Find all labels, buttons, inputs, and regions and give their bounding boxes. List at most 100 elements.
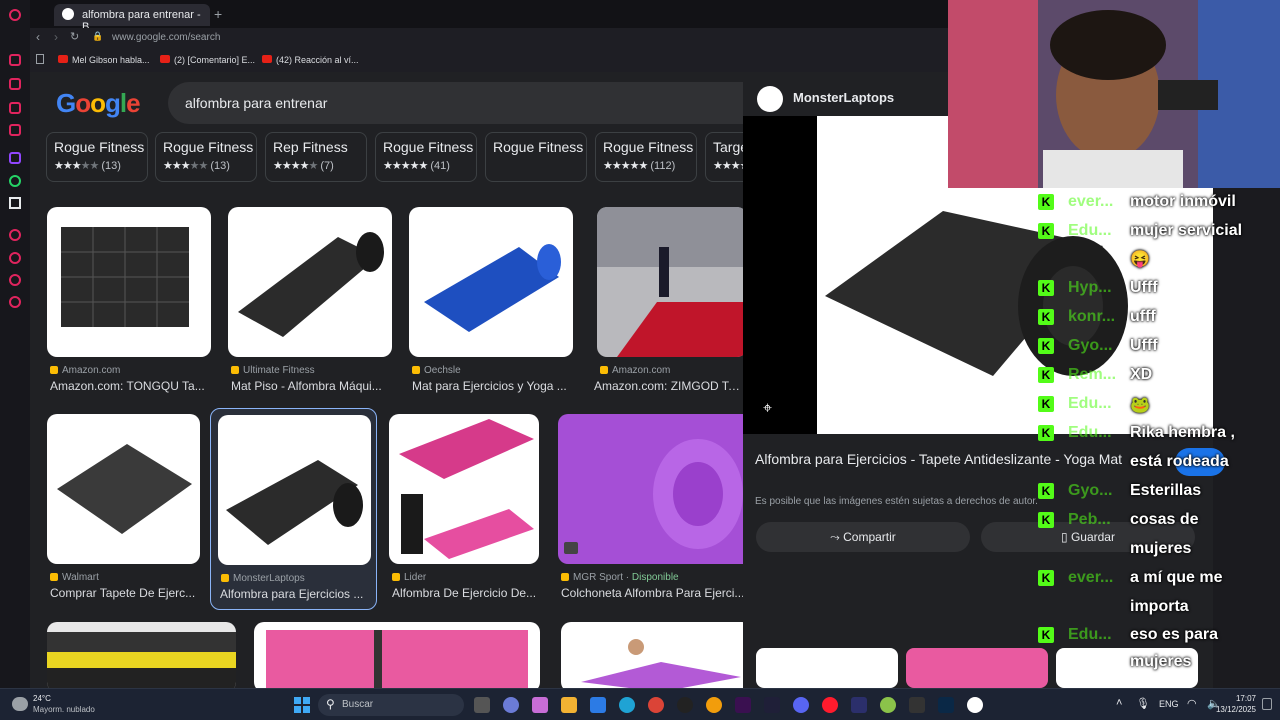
- weather-desc[interactable]: Mayorm. nublado: [33, 705, 95, 714]
- shopping-chip[interactable]: Rogue Fitness ★★★★★ (13): [46, 132, 148, 182]
- kick-icon: K: [1038, 338, 1054, 354]
- result-title[interactable]: Mat Piso - Alfombra Máqui...: [231, 379, 395, 393]
- shopping-chip[interactable]: Rep Fitness ★★★★★ (7): [265, 132, 367, 182]
- opera-logo-icon[interactable]: [9, 9, 21, 21]
- kick-icon: K: [1038, 367, 1054, 383]
- chat-icon[interactable]: [9, 102, 21, 114]
- instagram-icon[interactable]: [9, 124, 21, 136]
- result-source: Ultimate Fitness: [231, 365, 315, 376]
- result-thumbnail[interactable]: [47, 207, 211, 357]
- clock-time[interactable]: 17:07: [1220, 694, 1256, 703]
- wifi-icon[interactable]: ◠: [1187, 697, 1197, 710]
- audition-icon[interactable]: [764, 697, 780, 713]
- messenger-icon[interactable]: [9, 78, 21, 90]
- bookmark-item[interactable]: (42) Reacción al ví...: [262, 55, 359, 65]
- skype-icon[interactable]: [503, 697, 519, 713]
- notifications-icon[interactable]: [1262, 698, 1272, 710]
- new-tab-icon[interactable]: +: [214, 6, 222, 22]
- result-title[interactable]: Alfombra De Ejercicio De...: [392, 586, 542, 600]
- chevron-up-icon[interactable]: ˄: [1116, 697, 1122, 709]
- extensions-icon[interactable]: [9, 274, 21, 286]
- task-view-icon[interactable]: [474, 697, 490, 713]
- related-thumbnail[interactable]: [906, 648, 1048, 688]
- result-source: MonsterLaptops: [221, 573, 305, 584]
- bookmark-item[interactable]: Mel Gibson habla...: [58, 55, 150, 65]
- taskbar-search[interactable]: ⚲ Buscar: [318, 694, 464, 716]
- result-thumbnail[interactable]: [597, 207, 747, 357]
- shopping-chip[interactable]: Rogue Fitness: [485, 132, 587, 182]
- result-title[interactable]: Mat para Ejercicios y Yoga ...: [412, 379, 576, 393]
- history-icon[interactable]: [9, 252, 21, 264]
- shopping-chip[interactable]: Rogue Fitness ★★★★★ (41): [375, 132, 477, 182]
- weather-icon[interactable]: [12, 697, 28, 711]
- forward-icon[interactable]: ›: [54, 30, 58, 44]
- result-thumbnail[interactable]: [47, 414, 200, 564]
- star-rating: ★★★★★: [603, 160, 648, 172]
- chat-text: cosas de: [1130, 511, 1199, 528]
- app-icon[interactable]: [909, 697, 925, 713]
- reload-icon[interactable]: ↻: [70, 30, 79, 43]
- streamer-webcam: [948, 0, 1280, 188]
- windows-start-icon[interactable]: [294, 697, 310, 713]
- microphone-icon[interactable]: 🎙: [1136, 697, 1150, 710]
- url-field[interactable]: www.google.com/search: [112, 32, 220, 43]
- result-thumbnail[interactable]: [558, 414, 754, 564]
- kick-icon: K: [1038, 280, 1054, 296]
- store-icon[interactable]: [590, 697, 606, 713]
- result-thumbnail[interactable]: [47, 622, 236, 688]
- vs-icon[interactable]: [851, 697, 867, 713]
- obs-icon[interactable]: [677, 697, 693, 713]
- back-icon[interactable]: ‹: [36, 30, 40, 44]
- result-title[interactable]: Comprar Tapete De Ejerc...: [50, 586, 202, 600]
- chat-text: mujeres: [1130, 653, 1192, 670]
- edge-icon[interactable]: [619, 697, 635, 713]
- bookmark-item[interactable]: (2) [Comentario] E...: [160, 55, 255, 65]
- image-result-selected[interactable]: MonsterLaptops Alfombra para Ejercicios …: [210, 408, 377, 610]
- photoshop-icon[interactable]: [938, 697, 954, 713]
- share-button[interactable]: ⤳ Compartir: [756, 522, 970, 552]
- player-icon[interactable]: [9, 229, 21, 241]
- result-thumbnail[interactable]: [389, 414, 539, 564]
- result-title[interactable]: Alfombra para Ejercicios ...: [220, 587, 370, 601]
- kick-icon: K: [1038, 570, 1054, 586]
- shopping-chip[interactable]: Rogue Fitness ★★★★★ (13): [155, 132, 257, 182]
- language-indicator[interactable]: ENG: [1159, 699, 1179, 709]
- file-explorer-icon[interactable]: [561, 697, 577, 713]
- discord-icon[interactable]: [793, 697, 809, 713]
- result-thumbnail[interactable]: [254, 622, 540, 688]
- tab-google-search[interactable]: alfombra para entrenar - B: [54, 4, 210, 33]
- search-app-icon[interactable]: [706, 697, 722, 713]
- media-player-icon[interactable]: [967, 697, 983, 713]
- result-thumbnail[interactable]: [218, 415, 371, 565]
- result-thumbnail[interactable]: [561, 622, 752, 688]
- page-icon[interactable]: [36, 54, 44, 64]
- chip-store: Rogue Fitness: [54, 139, 145, 155]
- copyright-disclaimer: Es posible que las imágenes estén sujeta…: [755, 496, 1038, 507]
- lens-search-icon[interactable]: ⌖: [763, 400, 772, 418]
- premiere-icon[interactable]: [735, 697, 751, 713]
- result-title[interactable]: Amazon.com: ZIMGOD Ta...: [594, 379, 744, 393]
- preview-site-name[interactable]: MonsterLaptops: [793, 90, 894, 105]
- chip-count: (112): [650, 160, 676, 172]
- result-title[interactable]: Amazon.com: TONGQU Ta...: [50, 379, 214, 393]
- google-logo[interactable]: Google: [56, 88, 141, 119]
- x-icon[interactable]: [9, 197, 21, 209]
- whatsapp-icon[interactable]: [9, 175, 21, 187]
- settings-icon[interactable]: [9, 296, 21, 308]
- result-thumbnail[interactable]: [228, 207, 392, 357]
- result-title[interactable]: Colchoneta Alfombra Para Ejerci...: [561, 586, 757, 600]
- result-thumbnail[interactable]: [409, 207, 573, 357]
- chrome-icon[interactable]: [648, 697, 664, 713]
- aria-icon[interactable]: [9, 54, 21, 66]
- shopping-chip[interactable]: Rogue Fitness ★★★★★ (112): [595, 132, 697, 182]
- search-input[interactable]: alfombra para entrenar: [185, 95, 327, 111]
- copilot-icon[interactable]: [532, 697, 548, 713]
- weather-temp[interactable]: 24°C: [33, 694, 51, 703]
- related-thumbnail[interactable]: [756, 648, 898, 688]
- kick-icon: K: [1038, 194, 1054, 210]
- app-icon[interactable]: [880, 697, 896, 713]
- clock-date[interactable]: 13/12/2025: [1200, 705, 1256, 714]
- opera-icon[interactable]: [822, 697, 838, 713]
- chat-text: XD: [1130, 366, 1153, 383]
- twitch-icon[interactable]: [9, 152, 21, 164]
